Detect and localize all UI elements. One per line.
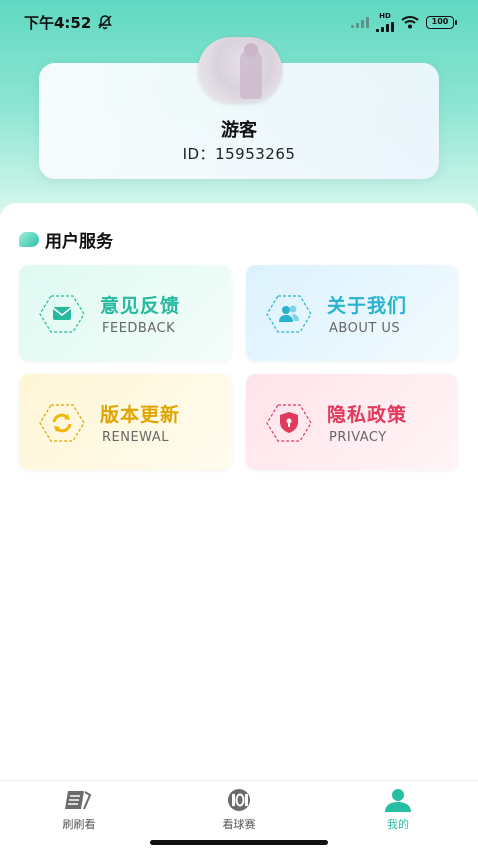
privacy-title: 隐私政策 <box>327 404 408 426</box>
ball-icon <box>228 789 250 811</box>
tab-label-shuashuakan: 刷刷看 <box>62 818 96 831</box>
users-icon <box>266 295 312 333</box>
user-nickname: 游客 <box>221 120 257 141</box>
signal-icon <box>376 20 394 32</box>
person-icon <box>385 789 411 812</box>
tab-label-wode: 我的 <box>387 818 409 831</box>
home-indicator[interactable] <box>150 840 328 845</box>
renewal-title: 版本更新 <box>100 404 181 426</box>
renewal-card[interactable]: 版本更新 RENEWAL <box>19 374 231 470</box>
bell-muted-icon <box>98 15 113 30</box>
shield-icon <box>266 404 312 442</box>
chat-bubble-icon <box>19 232 39 247</box>
user-id-row: ID：15953265 <box>0 143 478 164</box>
section-title: 用户服务 <box>45 232 113 252</box>
signal-icon-secondary <box>351 16 369 28</box>
user-id-label: ID： <box>182 145 216 163</box>
notebook-icon <box>65 791 92 810</box>
tab-shuashuakan[interactable]: 刷刷看 <box>39 787 119 832</box>
feedback-subtitle: FEEDBACK <box>102 321 176 336</box>
about-us-subtitle: ABOUT US <box>329 321 401 336</box>
user-id-value: 15953265 <box>215 145 296 163</box>
section-header: 用户服务 <box>19 227 113 252</box>
refresh-icon <box>39 404 85 442</box>
network-type-label: HD <box>379 11 391 20</box>
status-time: 下午4:52 <box>24 13 92 32</box>
about-us-card[interactable]: 关于我们 ABOUT US <box>246 265 458 361</box>
status-right: HD 100 <box>351 11 457 32</box>
mail-icon <box>39 295 85 333</box>
renewal-subtitle: RENEWAL <box>102 430 169 445</box>
wifi-icon <box>401 16 419 29</box>
privacy-card[interactable]: 隐私政策 PRIVACY <box>246 374 458 470</box>
feedback-card[interactable]: 意见反馈 FEEDBACK <box>19 265 231 361</box>
about-us-title: 关于我们 <box>327 295 408 317</box>
tab-kanqiusai[interactable]: 看球赛 <box>199 787 279 832</box>
tab-wode[interactable]: 我的 <box>358 787 438 832</box>
tab-label-kanqiusai: 看球赛 <box>222 818 256 831</box>
feedback-title: 意见反馈 <box>100 295 181 317</box>
status-left: 下午4:52 <box>24 12 113 33</box>
privacy-subtitle: PRIVACY <box>329 430 387 445</box>
battery-icon: 100 <box>426 15 457 29</box>
battery-level: 100 <box>431 16 449 26</box>
avatar[interactable] <box>198 37 282 103</box>
